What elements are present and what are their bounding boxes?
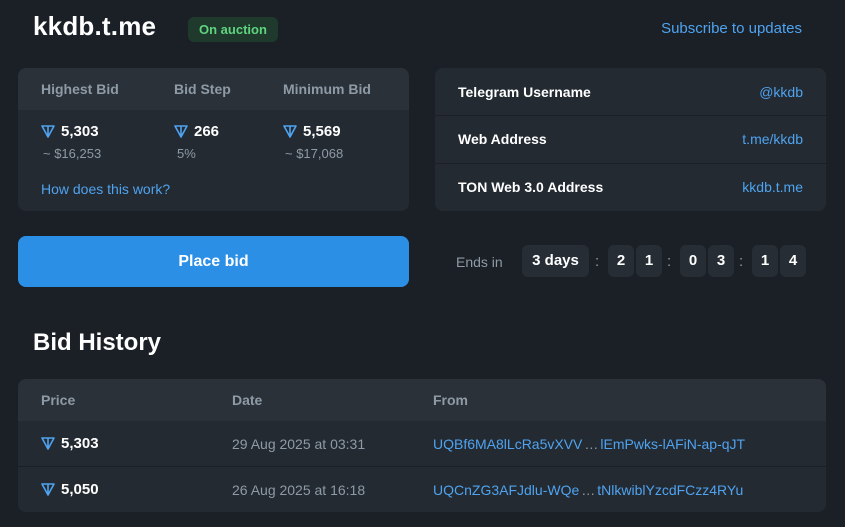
minimum-bid-usd: ~ $17,068	[285, 146, 344, 161]
username-info-card: Telegram Username @kkdb Web Address t.me…	[435, 68, 826, 211]
timer-digit: 1	[636, 245, 662, 277]
ton-diamond-icon	[41, 437, 55, 450]
timer-digit: 3	[708, 245, 734, 277]
place-bid-button[interactable]: Place bid	[18, 236, 409, 287]
timer-digit: 1	[752, 245, 778, 277]
highest-bid-amount: 5,303	[61, 123, 99, 140]
ends-in-label: Ends in	[456, 254, 503, 270]
bid-price-amount: 5,050	[61, 481, 99, 498]
page-title: kkdb.t.me	[33, 11, 157, 41]
timer-separator: :	[595, 253, 600, 270]
bidder-address-link[interactable]: UQBf6MA8lLcRa5vXVV… lEmPwks-lAFiN-ap-qJT	[433, 436, 745, 452]
bid-step-percent: 5%	[177, 146, 196, 161]
bid-date: 26 Aug 2025 at 16:18	[232, 482, 366, 498]
bid-history-title: Bid History	[33, 329, 162, 356]
ton-address-label: TON Web 3.0 Address	[458, 179, 604, 195]
bid-price-amount: 5,303	[61, 435, 99, 452]
web-address-label: Web Address	[458, 131, 547, 147]
bidder-address-start: UQCnZG3AFJdlu-WQe	[433, 482, 580, 498]
ton-address-link[interactable]: kkdb.t.me	[742, 179, 803, 195]
price-column-header: Price	[41, 392, 76, 408]
timer-digit: 4	[780, 245, 806, 277]
status-badge: On auction	[188, 17, 278, 42]
bidder-address-start: UQBf6MA8lLcRa5vXVV	[433, 436, 583, 452]
table-row: 5,303 29 Aug 2025 at 03:31 UQBf6MA8lLcRa…	[18, 421, 826, 466]
telegram-username-link[interactable]: @kkdb	[759, 84, 803, 100]
date-column-header: Date	[232, 392, 263, 408]
bid-history-table: Price Date From 5,303 29 Aug 2025 at 03:…	[18, 379, 826, 512]
minimum-bid-value: 5,569	[283, 123, 341, 140]
ton-diamond-icon	[41, 483, 55, 496]
ton-diamond-icon	[41, 125, 55, 138]
highest-bid-heading: Highest Bid	[41, 81, 119, 97]
timer-digit: 2	[608, 245, 634, 277]
bid-date: 29 Aug 2025 at 03:31	[232, 436, 366, 452]
timer-digit: 0	[680, 245, 706, 277]
bid-step-amount: 266	[194, 123, 220, 140]
bidder-address-end: tNlkwiblYzcdFCzz4RYu	[597, 482, 744, 498]
web-address-link[interactable]: t.me/kkdb	[742, 131, 803, 147]
bid-price: 5,303	[41, 435, 99, 452]
ellipsis: …	[584, 436, 599, 452]
ellipsis: …	[581, 482, 596, 498]
ton-diamond-icon	[174, 125, 188, 138]
bid-step-heading: Bid Step	[174, 81, 231, 97]
bid-history-header: Price Date From	[18, 379, 826, 421]
bid-info-card: Highest Bid Bid Step Minimum Bid 5,303 ~…	[18, 68, 409, 211]
web-address-row: Web Address t.me/kkdb	[435, 115, 826, 162]
minimum-bid-amount: 5,569	[303, 123, 341, 140]
telegram-username-label: Telegram Username	[458, 83, 591, 100]
highest-bid-value: 5,303	[41, 123, 99, 140]
bid-info-header: Highest Bid Bid Step Minimum Bid	[18, 68, 409, 110]
minimum-bid-heading: Minimum Bid	[283, 81, 371, 97]
ton-diamond-icon	[283, 125, 297, 138]
timer-days: 3 days	[522, 245, 589, 277]
highest-bid-usd: ~ $16,253	[43, 146, 102, 161]
timer-separator: :	[667, 253, 672, 270]
how-does-this-work-link[interactable]: How does this work?	[41, 181, 170, 197]
telegram-username-row: Telegram Username @kkdb	[435, 68, 826, 115]
table-row: 5,050 26 Aug 2025 at 16:18 UQCnZG3AFJdlu…	[18, 466, 826, 511]
from-column-header: From	[433, 392, 468, 408]
bidder-address-end: lEmPwks-lAFiN-ap-qJT	[600, 436, 746, 452]
ton-address-row: TON Web 3.0 Address kkdb.t.me	[435, 163, 826, 210]
subscribe-link[interactable]: Subscribe to updates	[661, 20, 802, 37]
bidder-address-link[interactable]: UQCnZG3AFJdlu-WQe… tNlkwiblYzcdFCzz4RYu	[433, 482, 743, 498]
bid-price: 5,050	[41, 481, 99, 498]
bid-step-value: 266	[174, 123, 219, 140]
timer-separator: :	[739, 253, 744, 270]
